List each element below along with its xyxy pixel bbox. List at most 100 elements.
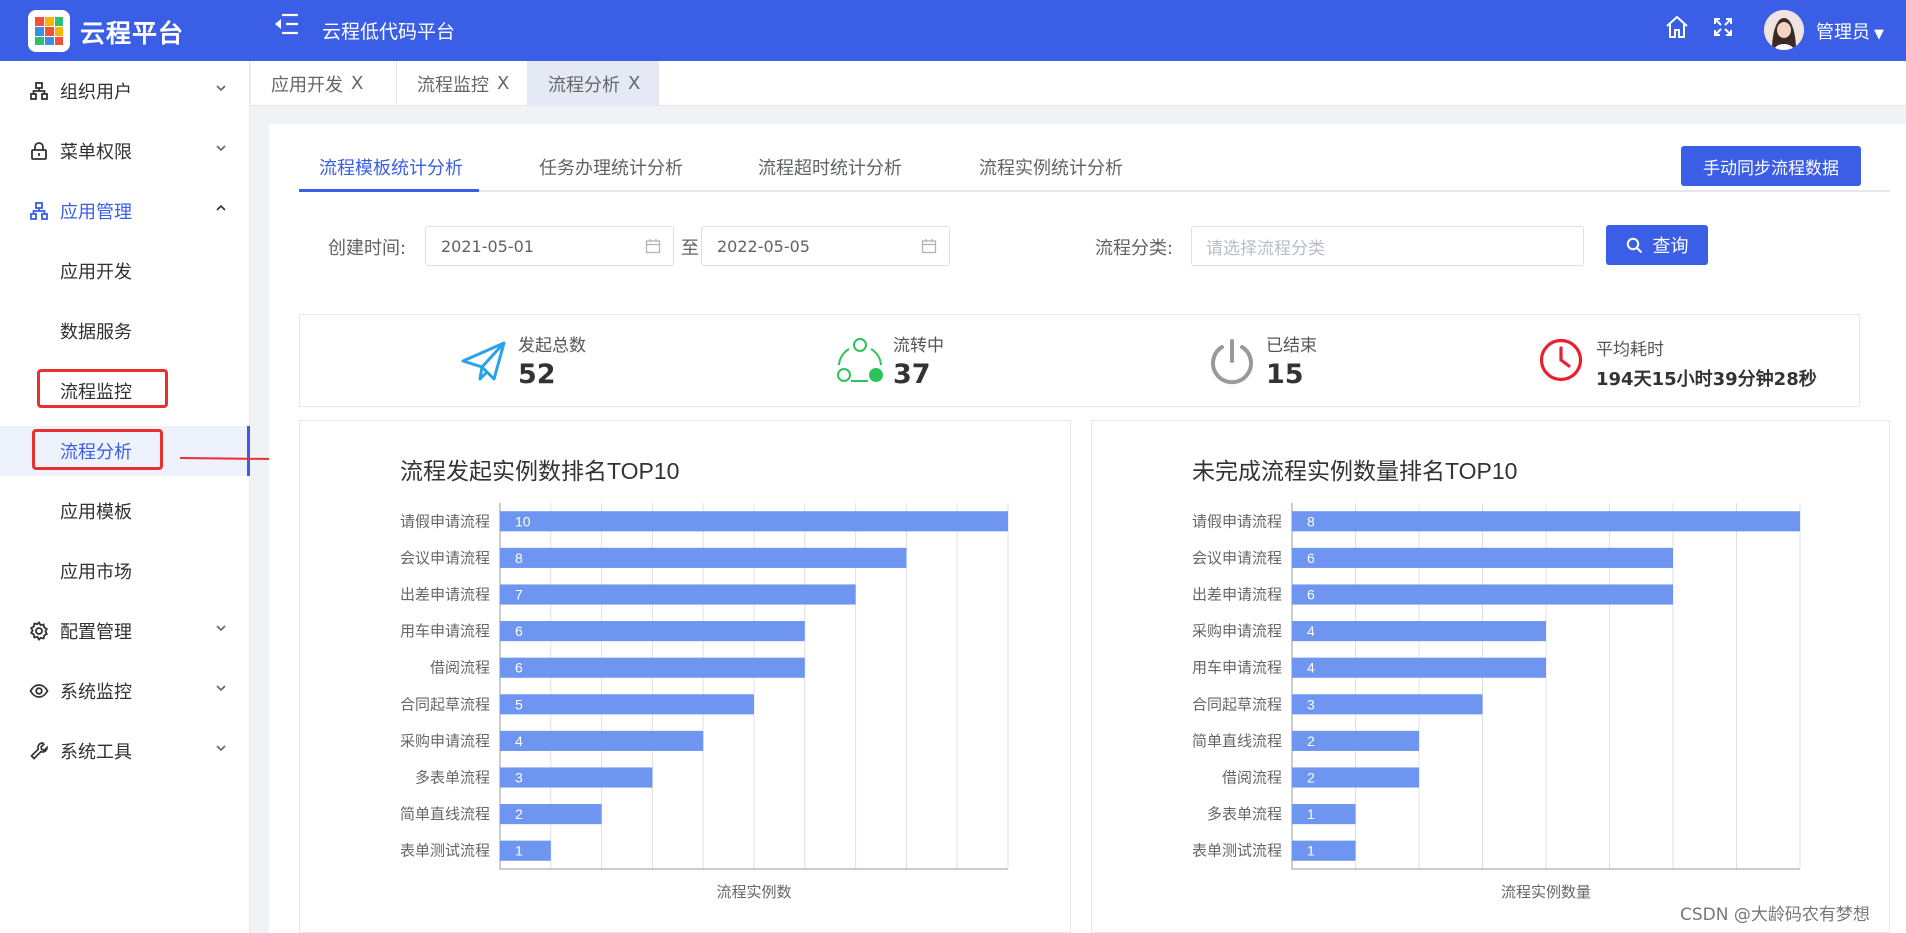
category-label: 简单直线流程 xyxy=(1192,733,1282,750)
bar-value-label: 3 xyxy=(515,770,523,786)
category-label: 多表单流程 xyxy=(415,770,490,787)
sidebar-item-app-management[interactable]: 应用管理 xyxy=(0,181,250,241)
home-icon[interactable] xyxy=(1664,14,1690,45)
sidebar: 组织用户 菜单权限 应用管理 应用开发 数据服务 流程监控 流程分析 应用模板 … xyxy=(0,61,250,933)
close-icon[interactable]: X xyxy=(351,73,363,94)
bar-value-label: 10 xyxy=(515,513,531,529)
sync-data-button[interactable]: 手动同步流程数据 xyxy=(1681,146,1861,186)
chevron-up-icon xyxy=(216,204,226,211)
bar xyxy=(500,730,704,751)
bar xyxy=(500,657,805,678)
tab-process-monitor[interactable]: 流程监控 X xyxy=(397,61,528,106)
query-label: 查询 xyxy=(1652,236,1689,257)
category-label: 表单测试流程 xyxy=(1192,843,1282,860)
chevron-down-icon xyxy=(216,685,226,692)
category-label: 流程分类: xyxy=(1095,238,1174,259)
sidebar-subitem-app-template[interactable]: 应用模板 xyxy=(0,481,250,541)
sidebar-item-menu-permission[interactable]: 菜单权限 xyxy=(0,121,250,181)
created-time-label: 创建时间: xyxy=(328,238,407,259)
sidebar-item-config[interactable]: 配置管理 xyxy=(0,601,250,661)
lock-icon xyxy=(31,142,47,160)
stat-label: 发起总数 xyxy=(518,336,586,356)
calendar-icon xyxy=(645,239,661,254)
sidebar-subitem-app-market[interactable]: 应用市场 xyxy=(0,541,250,601)
cycle-icon xyxy=(837,338,883,382)
bar xyxy=(500,767,653,788)
watermark: CSDN @大龄码农有梦想 xyxy=(1680,905,1870,925)
fullscreen-icon[interactable] xyxy=(1713,17,1733,42)
tab-process-analysis[interactable]: 流程分析 X xyxy=(528,61,659,106)
bar-value-label: 4 xyxy=(1307,660,1315,676)
chart-svg: 未完成流程实例数量排名TOP10 请假申请流程 8 会议申请流程 6 出差申请流程 6 采购申… xyxy=(1192,458,1801,901)
sidebar-item-system-tools[interactable]: 系统工具 xyxy=(0,721,250,781)
stats-bar: 发起总数 52 流转中 37 已结束 15 平均耗时 194天15小时39分钟2… xyxy=(299,314,1860,407)
category-label: 出差申请流程 xyxy=(400,587,490,604)
bar xyxy=(500,547,907,568)
bar-value-label: 2 xyxy=(515,806,523,822)
close-icon[interactable]: X xyxy=(497,73,509,94)
category-label: 用车申请流程 xyxy=(1192,660,1282,677)
sidebar-item-label: 配置管理 xyxy=(60,622,132,643)
tab-template-stats[interactable]: 流程模板统计分析 xyxy=(319,154,463,180)
sidebar-subitem-data-service[interactable]: 数据服务 xyxy=(0,301,250,361)
close-icon[interactable]: X xyxy=(628,73,640,94)
avatar[interactable] xyxy=(1764,10,1804,50)
sidebar-subitem-label: 应用模板 xyxy=(60,502,132,523)
bar-value-label: 3 xyxy=(1307,696,1315,712)
menu-fold-icon[interactable] xyxy=(273,12,299,42)
stat-value: 37 xyxy=(893,359,931,390)
tab-app-dev[interactable]: 应用开发 X xyxy=(251,61,397,106)
sidebar-item-system-monitor[interactable]: 系统监控 xyxy=(0,661,250,721)
category-label: 用车申请流程 xyxy=(400,623,490,640)
category-label: 借阅流程 xyxy=(430,660,490,677)
sidebar-subitem-app-dev[interactable]: 应用开发 xyxy=(0,241,250,301)
bar-value-label: 8 xyxy=(515,550,523,566)
calendar-icon xyxy=(921,239,937,254)
date-to-value: 2022-05-05 xyxy=(717,236,810,256)
chart-title: 流程发起实例数排名TOP10 xyxy=(400,458,679,484)
x-axis-label: 流程实例数 xyxy=(716,884,791,901)
gear-icon xyxy=(29,621,49,641)
bar xyxy=(1292,804,1356,825)
bar-value-label: 6 xyxy=(1307,587,1315,603)
chevron-down-icon xyxy=(216,625,226,632)
bar xyxy=(500,584,856,605)
bar xyxy=(1292,657,1546,678)
tab-timeout-stats[interactable]: 流程超时统计分析 xyxy=(758,154,902,180)
bar-value-label: 8 xyxy=(1307,513,1315,529)
tab-instance-stats[interactable]: 流程实例统计分析 xyxy=(979,154,1123,180)
sidebar-subitem-label: 应用市场 xyxy=(60,562,132,583)
stat-label: 流转中 xyxy=(893,336,944,356)
caret-down-icon: ▼ xyxy=(1874,27,1884,42)
date-to-input[interactable]: 2022-05-05 xyxy=(701,226,950,266)
bar xyxy=(1292,621,1546,642)
bar xyxy=(1292,584,1673,605)
bar-value-label: 2 xyxy=(1307,770,1315,786)
stat-value: 194天15小时39分钟28秒 xyxy=(1596,369,1817,390)
category-select[interactable]: 请选择流程分类 xyxy=(1191,226,1584,266)
bar xyxy=(1292,840,1356,861)
stat-label: 平均耗时 xyxy=(1596,340,1664,360)
eye-icon xyxy=(29,684,49,698)
tab-task-stats[interactable]: 任务办理统计分析 xyxy=(539,154,683,180)
power-icon xyxy=(1211,339,1253,385)
user-menu[interactable]: 管理员 ▼ xyxy=(1816,18,1884,44)
active-tab-indicator xyxy=(299,189,479,192)
page-tabs-bar: 应用开发 X 流程监控 X 流程分析 X xyxy=(251,61,1906,106)
category-label: 采购申请流程 xyxy=(1192,623,1282,640)
sidebar-item-label: 菜单权限 xyxy=(60,142,132,163)
stat-label: 已结束 xyxy=(1266,336,1317,356)
bar xyxy=(500,621,805,642)
query-button[interactable]: 查询 xyxy=(1606,225,1708,265)
stat-value: 52 xyxy=(518,359,556,390)
category-label: 表单测试流程 xyxy=(400,843,490,860)
date-from-input[interactable]: 2021-05-01 xyxy=(425,226,674,266)
sidebar-item-org-users[interactable]: 组织用户 xyxy=(0,61,250,121)
sidebar-item-label: 应用管理 xyxy=(60,202,132,223)
category-label: 出差申请流程 xyxy=(1192,587,1282,604)
bar-value-label: 4 xyxy=(1307,623,1315,639)
category-label: 合同起草流程 xyxy=(400,696,490,713)
bar xyxy=(1292,511,1800,532)
app-icon xyxy=(30,202,48,220)
category-placeholder: 请选择流程分类 xyxy=(1206,238,1325,259)
